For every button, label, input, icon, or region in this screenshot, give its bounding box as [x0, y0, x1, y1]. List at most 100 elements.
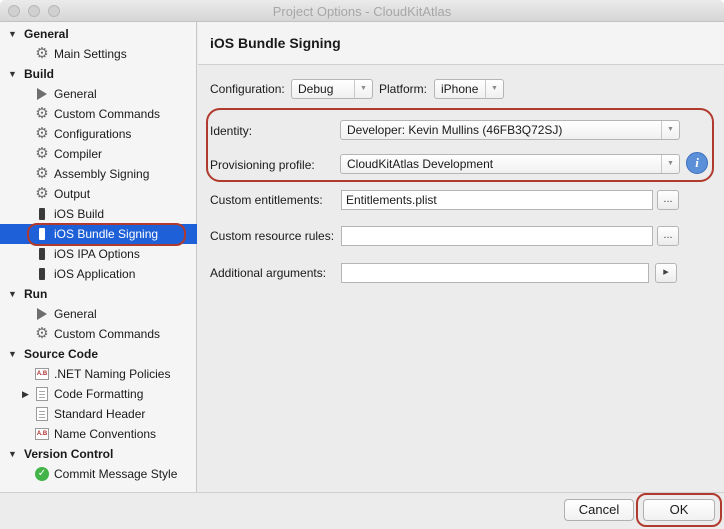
sidebar-item-ios-ipa-options[interactable]: iOS IPA Options	[0, 244, 197, 264]
sidebar-section-version-control[interactable]: ▼ Version Control	[0, 444, 197, 464]
disclosure-down-icon[interactable]: ▼	[8, 444, 17, 464]
gear-icon: ⚙	[35, 185, 49, 202]
identity-select[interactable]: Developer: Kevin Mullins (46FB3Q72SJ) ▼	[340, 120, 680, 140]
sidebar-label: Name Conventions	[54, 427, 157, 441]
additional-arguments-label: Additional arguments:	[210, 266, 327, 280]
sidebar-label: General	[24, 27, 69, 41]
custom-entitlements-label: Custom entitlements:	[210, 193, 323, 207]
additional-arguments-field[interactable]	[341, 263, 649, 283]
sidebar-label: Build	[24, 67, 54, 81]
sidebar-item-code-formatting[interactable]: ▶ Code Formatting	[0, 384, 197, 404]
sidebar-label: iOS Build	[54, 207, 105, 221]
panel-title: iOS Bundle Signing	[198, 22, 724, 65]
sidebar-item-configurations[interactable]: ⚙ Configurations	[0, 124, 197, 144]
document-icon	[36, 407, 48, 421]
ok-button[interactable]: OK	[643, 499, 715, 521]
custom-resource-rules-field[interactable]	[341, 226, 653, 246]
sidebar-label: Assembly Signing	[54, 167, 150, 181]
iphone-icon	[39, 208, 45, 220]
document-icon	[36, 387, 48, 401]
sidebar-item-output[interactable]: ⚙ Output	[0, 184, 197, 204]
provisioning-profile-label: Provisioning profile:	[210, 158, 315, 172]
gear-icon: ⚙	[35, 165, 49, 182]
sidebar-item-general[interactable]: General	[0, 304, 197, 324]
browse-entitlements-button[interactable]: ...	[657, 190, 679, 210]
chevron-down-icon: ▼	[661, 155, 679, 173]
title-bar: Project Options - CloudKitAtlas	[0, 0, 724, 22]
check-icon: ✓	[35, 467, 49, 481]
gear-icon: ⚙	[35, 125, 49, 142]
sidebar-label: General	[54, 87, 97, 101]
provisioning-profile-select[interactable]: CloudKitAtlas Development ▼	[340, 154, 680, 174]
sidebar-item-main-settings[interactable]: ⚙ Main Settings	[0, 44, 197, 64]
naming-policy-icon: A.B	[35, 368, 49, 380]
platform-value: iPhone	[441, 82, 479, 96]
cancel-button[interactable]: Cancel	[564, 499, 634, 521]
identity-label: Identity:	[210, 124, 253, 138]
naming-policy-icon: A.B	[35, 428, 49, 440]
sidebar-item-custom-commands[interactable]: ⚙ Custom Commands	[0, 324, 197, 344]
chevron-down-icon: ▼	[661, 121, 679, 139]
options-panel: iOS Bundle Signing Configuration: Debug …	[198, 22, 724, 492]
sidebar-label: Commit Message Style	[54, 467, 178, 481]
sidebar-label: Code Formatting	[54, 387, 144, 401]
identity-value: Developer: Kevin Mullins (46FB3Q72SJ)	[347, 123, 563, 137]
disclosure-right-icon[interactable]: ▶	[22, 384, 29, 404]
sidebar-label: iOS IPA Options	[54, 247, 140, 261]
sidebar-item-standard-header[interactable]: Standard Header	[0, 404, 197, 424]
custom-resource-rules-label: Custom resource rules:	[210, 229, 335, 243]
sidebar-label: Run	[24, 287, 48, 301]
sidebar-label: Compiler	[54, 147, 103, 161]
sidebar-label: .NET Naming Policies	[54, 367, 171, 381]
sidebar-label: Main Settings	[54, 47, 127, 61]
sidebar-item-name-conventions[interactable]: A.B Name Conventions	[0, 424, 197, 444]
sidebar-item-custom-commands[interactable]: ⚙ Custom Commands	[0, 104, 197, 124]
gear-icon: ⚙	[35, 145, 49, 162]
sidebar-label: Custom Commands	[54, 107, 161, 121]
sidebar-label: iOS Application	[54, 267, 136, 281]
sidebar-label: Version Control	[24, 447, 114, 461]
platform-select[interactable]: iPhone ▼	[434, 79, 504, 99]
disclosure-down-icon[interactable]: ▼	[8, 24, 17, 44]
sidebar-label: Standard Header	[54, 407, 146, 421]
info-icon[interactable]: i	[686, 152, 708, 174]
configuration-label: Configuration:	[210, 82, 285, 96]
sidebar-label: Configurations	[54, 127, 132, 141]
project-options-window: Project Options - CloudKitAtlas ▼ General…	[0, 0, 724, 529]
sidebar-item-net-naming-policies[interactable]: A.B .NET Naming Policies	[0, 364, 197, 384]
sidebar-item-commit-message-style[interactable]: ✓ Commit Message Style	[0, 464, 197, 484]
browse-resource-rules-button[interactable]: ...	[657, 226, 679, 246]
dialog-footer: Cancel OK	[0, 492, 724, 529]
sidebar-item-general[interactable]: General	[0, 84, 197, 104]
sidebar-section-run[interactable]: ▼ Run	[0, 284, 197, 304]
sidebar-item-ios-build[interactable]: iOS Build	[0, 204, 197, 224]
disclosure-down-icon[interactable]: ▼	[8, 64, 17, 84]
sidebar-section-build[interactable]: ▼ Build	[0, 64, 197, 84]
iphone-icon	[39, 268, 45, 280]
arguments-menu-button[interactable]: ▸	[655, 263, 677, 283]
gear-icon: ⚙	[35, 45, 49, 62]
sidebar-item-assembly-signing[interactable]: ⚙ Assembly Signing	[0, 164, 197, 184]
build-icon	[37, 88, 47, 100]
window-title: Project Options - CloudKitAtlas	[272, 4, 452, 19]
sidebar-label: Output	[54, 187, 91, 201]
disclosure-down-icon[interactable]: ▼	[8, 284, 17, 304]
gear-icon: ⚙	[35, 105, 49, 122]
platform-label: Platform:	[379, 82, 428, 96]
configuration-value: Debug	[298, 82, 334, 96]
sidebar-item-compiler[interactable]: ⚙ Compiler	[0, 144, 197, 164]
selection-highlight-ring	[27, 223, 186, 246]
sidebar-label: Source Code	[24, 347, 99, 361]
sidebar-item-ios-application[interactable]: iOS Application	[0, 264, 197, 284]
sidebar-section-source-code[interactable]: ▼ Source Code	[0, 344, 197, 364]
configuration-select[interactable]: Debug ▼	[291, 79, 373, 99]
options-sidebar: ▼ General ⚙ Main Settings ▼ Build General ⚙ Cust…	[0, 22, 197, 492]
chevron-down-icon: ▼	[485, 80, 503, 98]
gear-icon: ⚙	[35, 325, 49, 342]
play-icon	[37, 308, 47, 320]
disclosure-down-icon[interactable]: ▼	[8, 344, 17, 364]
iphone-icon	[39, 248, 45, 260]
custom-entitlements-field[interactable]: Entitlements.plist	[341, 190, 653, 210]
sidebar-section-general[interactable]: ▼ General	[0, 24, 197, 44]
chevron-down-icon: ▼	[354, 80, 372, 98]
